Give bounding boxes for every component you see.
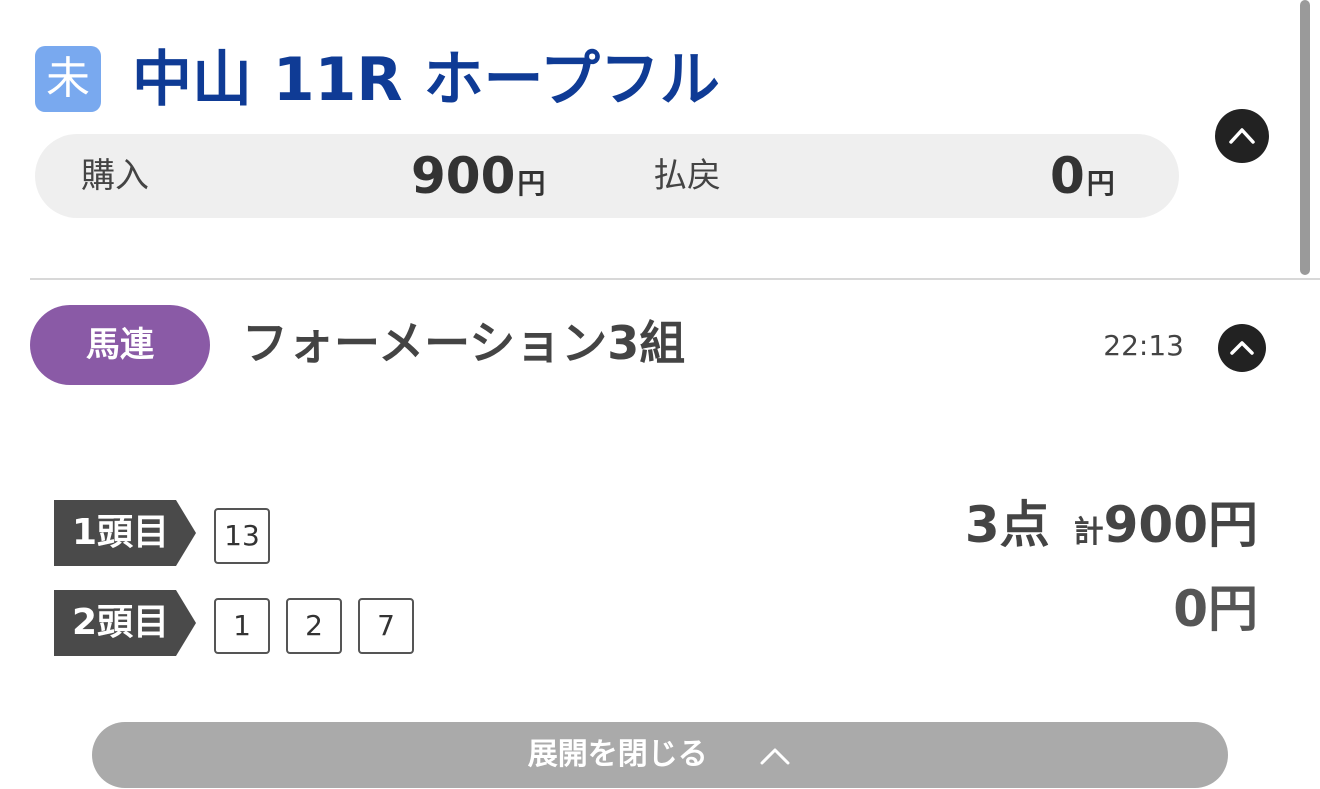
collapse-details-label: 展開を閉じる: [527, 737, 708, 772]
chevron-up-icon: [1229, 128, 1255, 144]
payout-label: 払戻: [653, 156, 721, 196]
bet-history-page: 未 中山 11R ホープフル 購入 900円 払戻 0円 馬連 フォーメーション…: [0, 0, 1320, 789]
horse-number-box: 2: [286, 598, 342, 654]
race-title: 中山 11R ホープフル: [132, 45, 720, 115]
bet-collapse-button[interactable]: [1218, 324, 1266, 372]
collapse-details-button[interactable]: 展開を閉じる: [92, 722, 1228, 788]
bet-points-total: 3点 計900円: [965, 492, 1258, 570]
bet-total-amount: 900円: [1103, 496, 1258, 554]
position-tag-2: 2頭目: [54, 590, 196, 656]
chevron-up-icon: [1230, 341, 1254, 355]
position-tag-1: 1頭目: [54, 500, 196, 566]
horse-number-box: 7: [358, 598, 414, 654]
race-collapse-button[interactable]: [1215, 109, 1269, 163]
unsettled-status-badge: 未: [35, 46, 101, 112]
section-divider: [30, 278, 1320, 280]
position-label: 1頭目: [72, 512, 170, 553]
payout-amount-value: 0: [1050, 147, 1085, 205]
bet-payout-amount: 0円: [1173, 580, 1258, 638]
bet-time: 22:13: [1103, 329, 1184, 362]
horse-number-box: 13: [214, 508, 270, 564]
payout-amount: 0円: [1050, 134, 1115, 226]
purchase-amount: 900円: [411, 134, 545, 226]
purchase-amount-value: 900: [411, 147, 516, 205]
payout-yen-unit: 円: [1086, 167, 1115, 200]
bet-type-badge: 馬連: [30, 305, 210, 385]
chevron-up-icon: [760, 748, 790, 764]
purchase-summary: 購入 900円 払戻 0円: [35, 134, 1179, 218]
scrollbar[interactable]: [1300, 0, 1310, 275]
bet-description: フォーメーション3組: [242, 316, 686, 370]
position-label: 2頭目: [72, 602, 170, 643]
bet-points: 3点: [964, 496, 1050, 554]
total-prefix: 計: [1073, 515, 1104, 550]
horse-number-box: 1: [214, 598, 270, 654]
purchase-label: 購入: [81, 156, 149, 196]
purchase-yen-unit: 円: [517, 167, 546, 200]
